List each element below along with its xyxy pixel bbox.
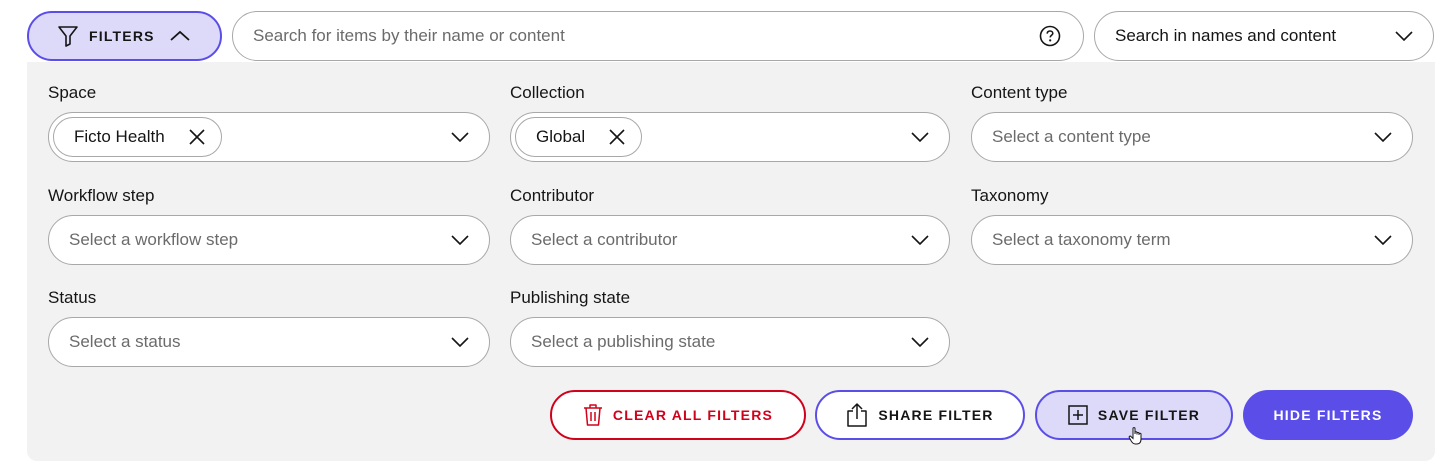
share-icon <box>847 403 868 427</box>
space-select[interactable]: Ficto Health <box>48 112 490 162</box>
add-square-icon <box>1068 405 1088 425</box>
workflow-step-placeholder: Select a workflow step <box>69 230 239 249</box>
clear-all-filters-button[interactable]: CLEAR ALL FILTERS <box>550 390 806 440</box>
content-type-filter: Content type Select a content type <box>971 82 1413 162</box>
chevron-up-icon <box>170 30 190 41</box>
chevron-down-icon <box>1374 235 1392 245</box>
share-filter-button[interactable]: SHARE FILTER <box>815 390 1025 440</box>
search-scope-select[interactable]: Search in names and content <box>1094 11 1434 61</box>
hide-filters-label: HIDE FILTERS <box>1273 407 1383 423</box>
publishing-state-filter: Publishing state Select a publishing sta… <box>510 287 952 367</box>
top-bar: FILTERS Search in names and content <box>0 0 1440 62</box>
publishing-state-label: Publishing state <box>510 288 631 307</box>
chevron-down-icon <box>451 132 469 142</box>
taxonomy-select[interactable]: Select a taxonomy term <box>971 215 1413 265</box>
collection-chip: Global <box>515 117 643 157</box>
hide-filters-button[interactable]: HIDE FILTERS <box>1243 390 1413 440</box>
content-type-placeholder: Select a content type <box>992 127 1151 146</box>
chevron-down-icon <box>451 337 469 347</box>
taxonomy-label: Taxonomy <box>971 186 1049 205</box>
filters-toggle-button[interactable]: FILTERS <box>27 11 222 61</box>
status-select[interactable]: Select a status <box>48 317 490 367</box>
taxonomy-placeholder: Select a taxonomy term <box>992 230 1171 249</box>
trash-icon <box>583 404 602 426</box>
workflow-step-select[interactable]: Select a workflow step <box>48 215 490 265</box>
collection-chips: Global <box>515 117 911 157</box>
chevron-down-icon <box>451 235 469 245</box>
space-label: Space <box>48 83 97 102</box>
workflow-step-filter: Workflow step Select a workflow step <box>48 185 490 265</box>
space-chip-label: Ficto Health <box>74 127 165 146</box>
chevron-down-icon <box>911 132 929 142</box>
space-chip: Ficto Health <box>53 117 222 157</box>
status-label: Status <box>48 288 97 307</box>
filters-toggle-label: FILTERS <box>89 28 155 44</box>
save-filter-button[interactable]: SAVE FILTER <box>1035 390 1233 440</box>
chevron-down-icon <box>1374 132 1392 142</box>
content-type-select[interactable]: Select a content type <box>971 112 1413 162</box>
publishing-state-select[interactable]: Select a publishing state <box>510 317 950 367</box>
filters-panel: Space Ficto Health Collection Global Con… <box>27 62 1435 461</box>
space-chips: Ficto Health <box>53 117 451 157</box>
content-type-label: Content type <box>971 83 1068 102</box>
contributor-filter: Contributor Select a contributor <box>510 185 952 265</box>
space-filter: Space Ficto Health <box>48 82 490 162</box>
save-filter-label: SAVE FILTER <box>1097 407 1201 423</box>
help-icon[interactable] <box>1039 25 1061 47</box>
clear-all-filters-label: CLEAR ALL FILTERS <box>612 407 774 423</box>
filter-icon <box>58 26 78 47</box>
contributor-label: Contributor <box>510 186 595 205</box>
contributor-select[interactable]: Select a contributor <box>510 215 950 265</box>
taxonomy-filter: Taxonomy Select a taxonomy term <box>971 185 1413 265</box>
collection-filter: Collection Global <box>510 82 952 162</box>
workflow-step-label: Workflow step <box>48 186 155 205</box>
collection-chip-label: Global <box>536 127 586 146</box>
status-placeholder: Select a status <box>69 332 181 351</box>
status-filter: Status Select a status <box>48 287 490 367</box>
chevron-down-icon <box>911 337 929 347</box>
search-scope-value: Search in names and content <box>1115 26 1337 45</box>
chevron-down-icon <box>911 235 929 245</box>
search-input[interactable] <box>253 26 1039 46</box>
close-icon[interactable] <box>607 127 627 147</box>
collection-label: Collection <box>510 83 585 102</box>
share-filter-label: SHARE FILTER <box>878 407 994 423</box>
collection-select[interactable]: Global <box>510 112 950 162</box>
close-icon[interactable] <box>187 127 207 147</box>
search-field <box>232 11 1084 61</box>
publishing-state-placeholder: Select a publishing state <box>531 332 716 351</box>
chevron-down-icon <box>1395 31 1413 41</box>
contributor-placeholder: Select a contributor <box>531 230 678 249</box>
